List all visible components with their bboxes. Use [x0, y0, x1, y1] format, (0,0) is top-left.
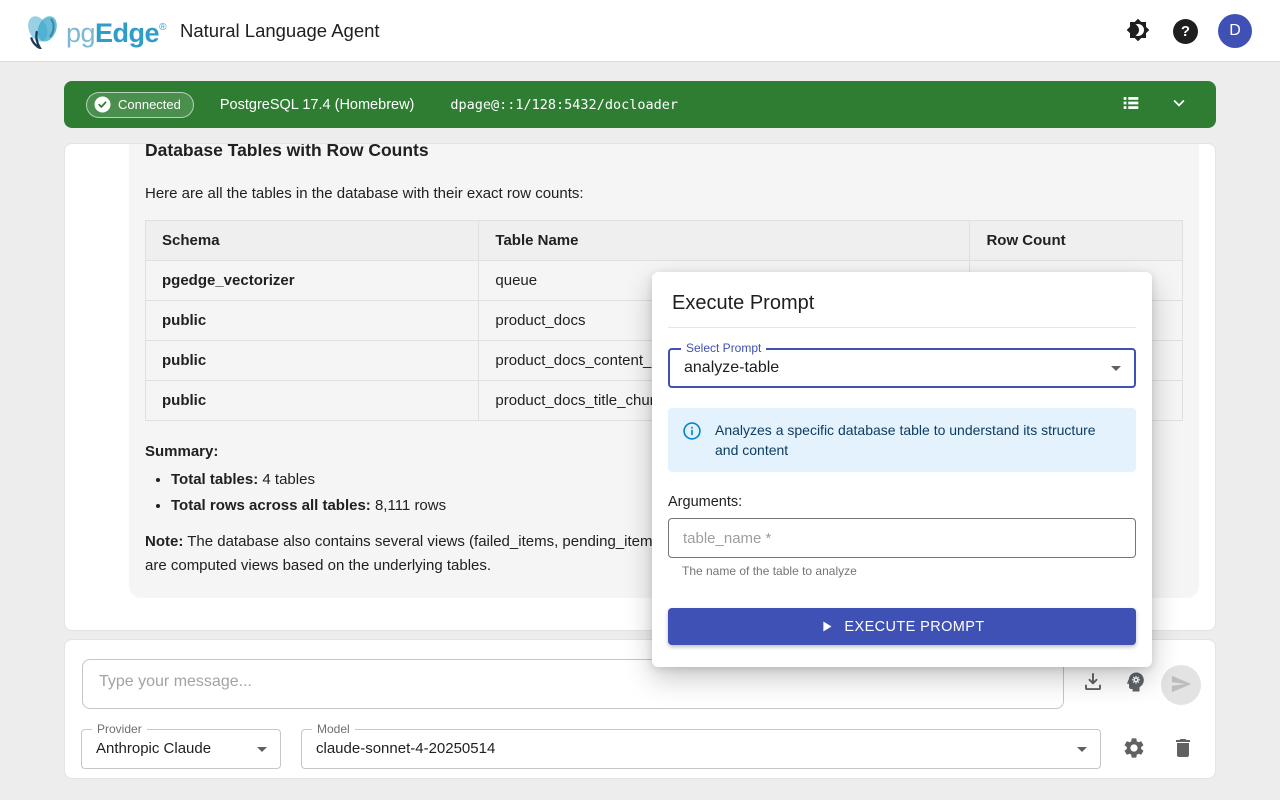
- column-header-table-name: Table Name: [479, 221, 970, 261]
- table-header-row: Schema Table Name Row Count: [146, 221, 1183, 261]
- prompt-info-alert: Analyzes a specific database table to un…: [668, 408, 1136, 472]
- download-button[interactable]: [1081, 671, 1105, 695]
- model-label: Model: [312, 722, 355, 736]
- prompt-description: Analyzes a specific database table to un…: [715, 420, 1120, 460]
- dropdown-arrow-icon: [257, 747, 267, 752]
- select-prompt-value: analyze-table: [670, 350, 1134, 386]
- trash-icon: [1171, 736, 1195, 763]
- provider-select[interactable]: Provider Anthropic Claude: [81, 729, 281, 769]
- download-icon: [1081, 670, 1105, 697]
- pgedge-logo-icon: [22, 10, 64, 57]
- connection-list-button[interactable]: [1116, 90, 1146, 120]
- question-mark-icon: ?: [1181, 23, 1190, 40]
- help-button[interactable]: ?: [1173, 19, 1198, 44]
- check-circle-icon: [94, 96, 111, 113]
- play-icon: [819, 619, 834, 634]
- execute-prompt-button[interactable]: EXECUTE PROMPT: [668, 608, 1136, 645]
- connected-status-badge: Connected: [86, 92, 194, 118]
- execute-prompt-dialog: Execute Prompt Select Prompt analyze-tab…: [652, 272, 1152, 667]
- send-button[interactable]: [1161, 665, 1201, 705]
- provider-label: Provider: [92, 722, 147, 736]
- chevron-down-icon: [1168, 92, 1190, 117]
- argument-helper-text: The name of the table to analyze: [682, 564, 1136, 578]
- select-prompt-label: Select Prompt: [681, 341, 766, 355]
- table-name-input[interactable]: [668, 518, 1136, 558]
- dialog-title: Execute Prompt: [672, 292, 1136, 315]
- dropdown-arrow-icon: [1077, 747, 1087, 752]
- app-window: pgEdge® Natural Language Agent ? D Conne…: [0, 0, 1280, 800]
- connection-string: dpage@::1/128:5432/docloader: [450, 97, 678, 113]
- model-select[interactable]: Model claude-sonnet-4-20250514: [301, 729, 1101, 769]
- page-title: Natural Language Agent: [180, 0, 380, 62]
- message-intro: Here are all the tables in the database …: [145, 185, 1183, 202]
- dialog-divider: [668, 327, 1136, 328]
- select-prompt-dropdown[interactable]: Select Prompt analyze-table: [668, 348, 1136, 388]
- dark-mode-toggle-button[interactable]: [1126, 19, 1150, 43]
- gear-icon: [1122, 736, 1146, 763]
- send-icon: [1170, 673, 1192, 698]
- info-icon: [682, 421, 702, 460]
- brightness-icon: [1126, 18, 1150, 45]
- user-avatar[interactable]: D: [1218, 14, 1252, 48]
- thinking-mode-button[interactable]: [1123, 671, 1147, 695]
- column-header-row-count: Row Count: [970, 221, 1183, 261]
- connection-expand-button[interactable]: [1164, 90, 1194, 120]
- app-header: pgEdge® Natural Language Agent ? D: [0, 0, 1280, 62]
- clear-chat-button[interactable]: [1171, 737, 1195, 761]
- dropdown-arrow-icon: [1111, 366, 1121, 371]
- model-value: claude-sonnet-4-20250514: [302, 730, 1100, 768]
- view-list-icon: [1120, 92, 1142, 117]
- pgedge-logo: pgEdge®: [22, 10, 166, 57]
- pgedge-logo-text: pgEdge®: [66, 18, 166, 49]
- arguments-label: Arguments:: [668, 494, 1136, 510]
- psychology-icon: [1123, 670, 1147, 697]
- connection-status-bar: Connected PostgreSQL 17.4 (Homebrew) dpa…: [64, 81, 1216, 128]
- server-version-label: PostgreSQL 17.4 (Homebrew): [220, 97, 415, 113]
- message-heading: Database Tables with Row Counts: [145, 143, 1183, 161]
- settings-button[interactable]: [1122, 737, 1146, 761]
- column-header-schema: Schema: [146, 221, 479, 261]
